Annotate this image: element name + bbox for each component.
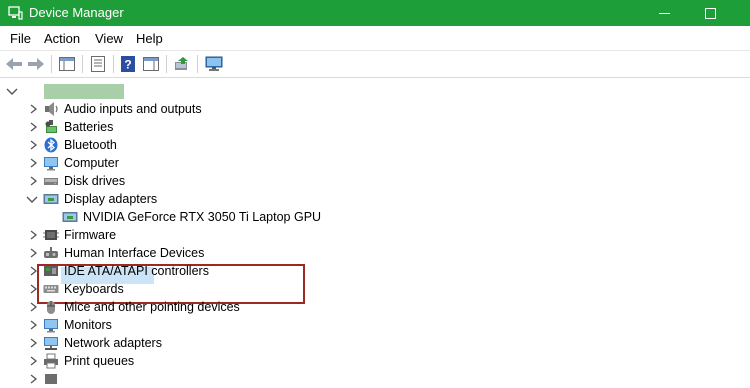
menu-action[interactable]: Action <box>44 31 80 46</box>
tree-item-computer[interactable]: Computer <box>0 154 360 172</box>
tree-item-label: Keyboards <box>64 282 124 296</box>
tree-item-label: Audio inputs and outputs <box>64 102 202 116</box>
scan-hardware-button[interactable] <box>203 55 225 73</box>
mouse-icon <box>47 301 55 314</box>
battery-icon <box>45 120 57 133</box>
tree-item-print-queues[interactable]: Print queues <box>0 352 360 370</box>
forward-button[interactable] <box>26 55 46 73</box>
tree-item-batteries[interactable]: Batteries <box>0 118 360 136</box>
printer-icon <box>44 353 58 369</box>
chevron-right-icon[interactable] <box>28 175 38 187</box>
svg-text:?: ? <box>124 58 131 72</box>
tree-item-hid[interactable]: Human Interface Devices <box>0 244 360 262</box>
tree-item-label: Mice and other pointing devices <box>64 300 240 314</box>
tree-item-label: Monitors <box>64 318 112 332</box>
disk-drive-icon <box>44 178 58 185</box>
device-icon <box>45 374 57 384</box>
maximize-icon <box>704 7 716 19</box>
bluetooth-icon <box>44 137 58 153</box>
tree-item-label: Disk drives <box>64 174 126 188</box>
menu-bar: File Action View Help <box>0 26 750 51</box>
help-icon: ? <box>121 56 135 72</box>
tree-item-label: NVIDIA GeForce RTX 3050 Ti Laptop GPU <box>83 210 322 224</box>
tree-item-bluetooth[interactable]: Bluetooth <box>0 136 360 154</box>
menu-file[interactable]: File <box>10 31 31 46</box>
firmware-icon <box>43 230 59 240</box>
display-adapter-icon <box>43 194 59 204</box>
tree-item-label: Human Interface Devices <box>64 246 205 260</box>
menu-help[interactable]: Help <box>136 31 163 46</box>
tree-item-display-adapters[interactable]: Display adapters <box>0 190 360 208</box>
chevron-right-icon[interactable] <box>28 265 38 277</box>
monitor-icon <box>44 319 58 333</box>
properties-icon <box>91 56 105 72</box>
chevron-down-icon[interactable] <box>6 87 18 97</box>
console-tree-icon <box>59 57 75 71</box>
tree-item-label: Firmware <box>64 228 117 242</box>
device-manager-icon <box>8 6 23 20</box>
tree-item-label: Display adapters <box>64 192 158 206</box>
action-pane-button[interactable] <box>141 55 161 73</box>
minimize-button[interactable] <box>641 0 687 26</box>
tree-item-label: Batteries <box>64 120 114 134</box>
ide-controller-icon <box>44 266 58 276</box>
chevron-right-icon[interactable] <box>28 301 38 313</box>
display-adapter-icon <box>62 212 78 222</box>
chevron-right-icon[interactable] <box>28 121 38 133</box>
console-tree-button[interactable] <box>57 55 77 73</box>
tree-item-partial[interactable] <box>0 370 360 388</box>
speaker-icon <box>45 102 58 116</box>
update-driver-icon <box>174 57 188 70</box>
back-button[interactable] <box>4 55 24 73</box>
tree-item-label: Computer <box>64 156 119 170</box>
action-pane-icon <box>143 57 159 71</box>
computer-icon <box>44 157 58 171</box>
toolbar: ? <box>0 51 750 78</box>
menu-view[interactable]: View <box>95 31 123 46</box>
tree-item-label: Network adapters <box>64 336 162 350</box>
tree-item-ide-controllers[interactable]: IDE ATA/ATAPI controllers <box>0 262 360 280</box>
chevron-down-icon[interactable] <box>26 195 38 205</box>
tree-item-audio[interactable]: Audio inputs and outputs <box>0 100 360 118</box>
chevron-right-icon[interactable] <box>28 247 38 259</box>
chevron-right-icon[interactable] <box>28 103 38 115</box>
chevron-right-icon[interactable] <box>28 355 38 367</box>
chevron-right-icon[interactable] <box>28 283 38 295</box>
forward-arrow-icon <box>28 58 44 70</box>
help-button[interactable]: ? <box>119 55 137 73</box>
scan-hardware-icon <box>205 56 223 71</box>
tree-item-label: Bluetooth <box>64 138 117 152</box>
minimize-icon <box>658 12 670 14</box>
tree-item-monitors[interactable]: Monitors <box>0 316 360 334</box>
computer-name-label[interactable] <box>44 84 124 99</box>
window-title: Device Manager <box>29 5 124 20</box>
tree-item-network-adapters[interactable]: Network adapters <box>0 334 360 352</box>
keyboard-icon <box>43 285 59 293</box>
tree-item-label: Print queues <box>64 354 135 368</box>
tree-item-keyboards[interactable]: Keyboards <box>0 280 360 298</box>
tree-item-mice[interactable]: Mice and other pointing devices <box>0 298 360 316</box>
back-arrow-icon <box>6 58 22 70</box>
chevron-right-icon[interactable] <box>28 139 38 151</box>
update-driver-button[interactable] <box>172 55 192 73</box>
chevron-right-icon[interactable] <box>28 157 38 169</box>
network-adapter-icon <box>44 337 58 350</box>
properties-button[interactable] <box>88 55 108 73</box>
tree-item-disk-drives[interactable]: Disk drives <box>0 172 360 190</box>
maximize-button[interactable] <box>687 0 733 26</box>
tree-item-nvidia-gpu[interactable]: NVIDIA GeForce RTX 3050 Ti Laptop GPU <box>0 208 360 226</box>
title-bar[interactable]: Device Manager <box>0 0 750 26</box>
hid-icon <box>44 247 58 258</box>
tree-item-firmware[interactable]: Firmware <box>0 226 360 244</box>
tree-item-label: IDE ATA/ATAPI controllers <box>64 264 209 278</box>
chevron-right-icon[interactable] <box>28 319 38 331</box>
chevron-right-icon[interactable] <box>28 337 38 349</box>
chevron-right-icon[interactable] <box>28 229 38 241</box>
device-tree[interactable]: Audio inputs and outputs Batteries Bluet… <box>0 78 750 384</box>
